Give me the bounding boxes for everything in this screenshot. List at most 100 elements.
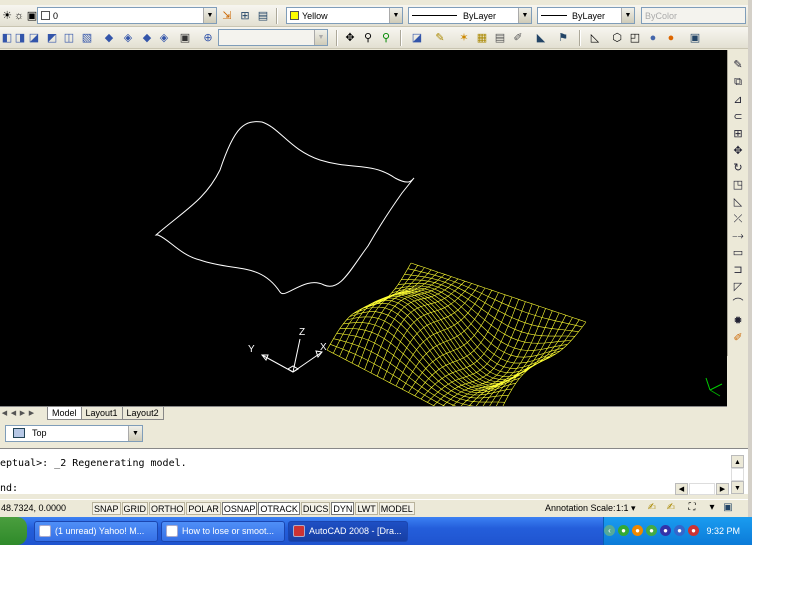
erase-icon[interactable]: ✎ [730,58,746,73]
otrack-toggle[interactable]: OTRACK [258,501,300,515]
chevron-down-icon[interactable]: ▼ [203,8,216,23]
chevron-down-icon[interactable]: ▼ [389,8,402,23]
fillet-icon[interactable]: ⌒ [730,297,746,312]
model-space-canvas[interactable]: Y Z X [0,50,727,406]
tray-app-icon[interactable]: ● [646,525,657,536]
layer-dropdown[interactable]: 0 ▼ [37,7,217,24]
clean-screen-icon[interactable]: ▣ [722,502,734,514]
tray-arrow-icon[interactable]: ‹ [604,525,615,536]
chevron-down-icon[interactable]: ▼ [518,8,531,23]
view-bottom-icon[interactable]: ◨ [13,31,27,45]
designcenter-icon[interactable]: ✶ [457,31,471,45]
chevron-down-icon[interactable]: ▼ [128,426,142,441]
annotation-scale-dropdown[interactable]: 1:1 ▾ [616,500,636,517]
scroll-right-icon[interactable]: ▶ [716,483,729,495]
make-current-layer-icon[interactable]: ⇲ [220,9,234,23]
se-iso-icon[interactable]: ◈ [121,31,135,45]
visual-style-realistic-icon[interactable]: ● [646,31,660,45]
layer-sun-icon[interactable]: ☼ [12,9,26,23]
pan-realtime-icon[interactable]: ✥ [343,31,357,45]
layer-states-icon[interactable]: ▤ [256,9,270,23]
view-right-icon[interactable]: ◩ [45,31,59,45]
tab-first-icon[interactable]: ◀ [0,409,9,419]
named-view-dropdown[interactable]: Top ▼ [5,425,143,442]
taskbar-item-autocad[interactable]: AutoCAD 2008 - [Dra... [288,521,408,542]
offset-icon[interactable]: ⊂ [730,110,746,125]
command-scrollbar[interactable]: ▲ ▼ [731,455,744,494]
lwt-toggle[interactable]: LWT [355,501,378,515]
mesh-wire-lines[interactable] [326,262,587,406]
command-horizontal-scrollbar[interactable]: ◀ ▶ [675,483,730,496]
nw-iso-icon[interactable]: ◈ [157,31,171,45]
explode-icon[interactable]: ✹ [730,314,746,329]
visual-styles-manager-icon[interactable]: ▣ [688,31,702,45]
break-icon[interactable]: ▭ [730,246,746,261]
lock-icon[interactable]: ⛶ [686,502,698,514]
osnap-toggle[interactable]: OSNAP [221,501,258,515]
array-icon[interactable]: ⊞ [730,127,746,142]
scroll-up-icon[interactable]: ▲ [731,455,744,468]
lineweight-dropdown[interactable]: ByLayer ▼ [537,7,635,24]
drawing-viewport[interactable]: Y Z X [0,50,727,406]
command-prompt[interactable]: nd: [0,483,18,494]
coordinate-readout[interactable]: 48.7324, 0.0000 [0,503,92,513]
zoom-realtime-icon[interactable]: ⚲ [361,31,375,45]
tray-app-icon[interactable]: ● [632,525,643,536]
tray-app-icon[interactable]: ● [674,525,685,536]
tab-prev-icon[interactable]: ◀ [9,409,18,419]
grid-toggle[interactable]: GRID [121,501,149,515]
ne-iso-icon[interactable]: ◆ [140,31,154,45]
tab-layout2[interactable]: Layout2 [121,407,164,420]
copy-icon[interactable]: ⧉ [730,75,746,90]
view-back-icon[interactable]: ▧ [80,31,94,45]
sw-iso-icon[interactable]: ◆ [102,31,116,45]
view-left-icon[interactable]: ◪ [27,31,41,45]
taskbar-item-browser[interactable]: How to lose or smoot... [161,521,285,542]
trim-icon[interactable]: ⤫ [730,212,746,227]
move-icon[interactable]: ✥ [730,144,746,159]
properties-icon[interactable]: ◪ [410,31,424,45]
view-front-icon[interactable]: ◫ [62,31,76,45]
ducs-toggle[interactable]: DUCS [300,501,331,515]
properties-brush-icon[interactable]: ✐ [730,331,746,346]
dyn-toggle[interactable]: DYN [331,501,355,515]
scroll-track[interactable] [689,483,715,495]
color-dropdown[interactable]: Yellow ▼ [286,7,403,24]
chevron-down-icon[interactable]: ▼ [621,8,634,23]
taskbar-clock[interactable]: 9:32 PM [706,517,740,545]
quickcalc-icon[interactable]: ◣ [534,31,548,45]
taskbar-item-yahoo[interactable]: (1 unread) Yahoo! M... [34,521,158,542]
tray-app-icon[interactable]: ● [618,525,629,536]
tab-next-icon[interactable]: ▶ [18,409,27,419]
scroll-down-icon[interactable]: ▼ [731,481,744,494]
linetype-dropdown[interactable]: ByLayer ▼ [408,7,532,24]
view-top-icon[interactable]: ◧ [0,31,14,45]
layer-previous-icon[interactable]: ⊞ [238,9,252,23]
tab-last-icon[interactable]: ▶ [27,409,36,419]
tool-palettes-icon[interactable]: ▦ [475,31,489,45]
tab-model[interactable]: Model [47,407,82,420]
join-icon[interactable]: ⊐ [730,263,746,278]
start-button[interactable] [0,517,27,545]
visual-style-conceptual-icon[interactable]: ● [664,31,678,45]
zoom-window-icon[interactable]: ⚲ [379,31,393,45]
chamfer-icon[interactable]: ◸ [730,280,746,295]
tray-shield-icon[interactable]: ● [688,525,699,536]
tab-layout1[interactable]: Layout1 [80,407,123,420]
markup-icon[interactable]: ✐ [511,31,525,45]
stretch-icon[interactable]: ◺ [730,195,746,210]
snap-toggle[interactable]: SNAP [92,501,121,515]
scroll-track[interactable] [731,468,744,481]
polar-toggle[interactable]: POLAR [186,501,221,515]
extend-icon[interactable]: ⤍ [730,229,746,244]
model-toggle[interactable]: MODEL [378,501,415,515]
ortho-toggle[interactable]: ORTHO [149,501,186,515]
orbit-icon[interactable]: ⊕ [201,31,215,45]
help-icon[interactable]: ⚑ [556,31,570,45]
sheet-set-icon[interactable]: ▤ [493,31,507,45]
camera-icon[interactable]: ▣ [178,31,192,45]
scale-icon[interactable]: ◳ [730,178,746,193]
annotation-visibility-icon[interactable]: ✍ [646,502,658,514]
auto-scale-icon[interactable]: ✍ [665,502,677,514]
match-properties-icon[interactable]: ✎ [433,31,447,45]
